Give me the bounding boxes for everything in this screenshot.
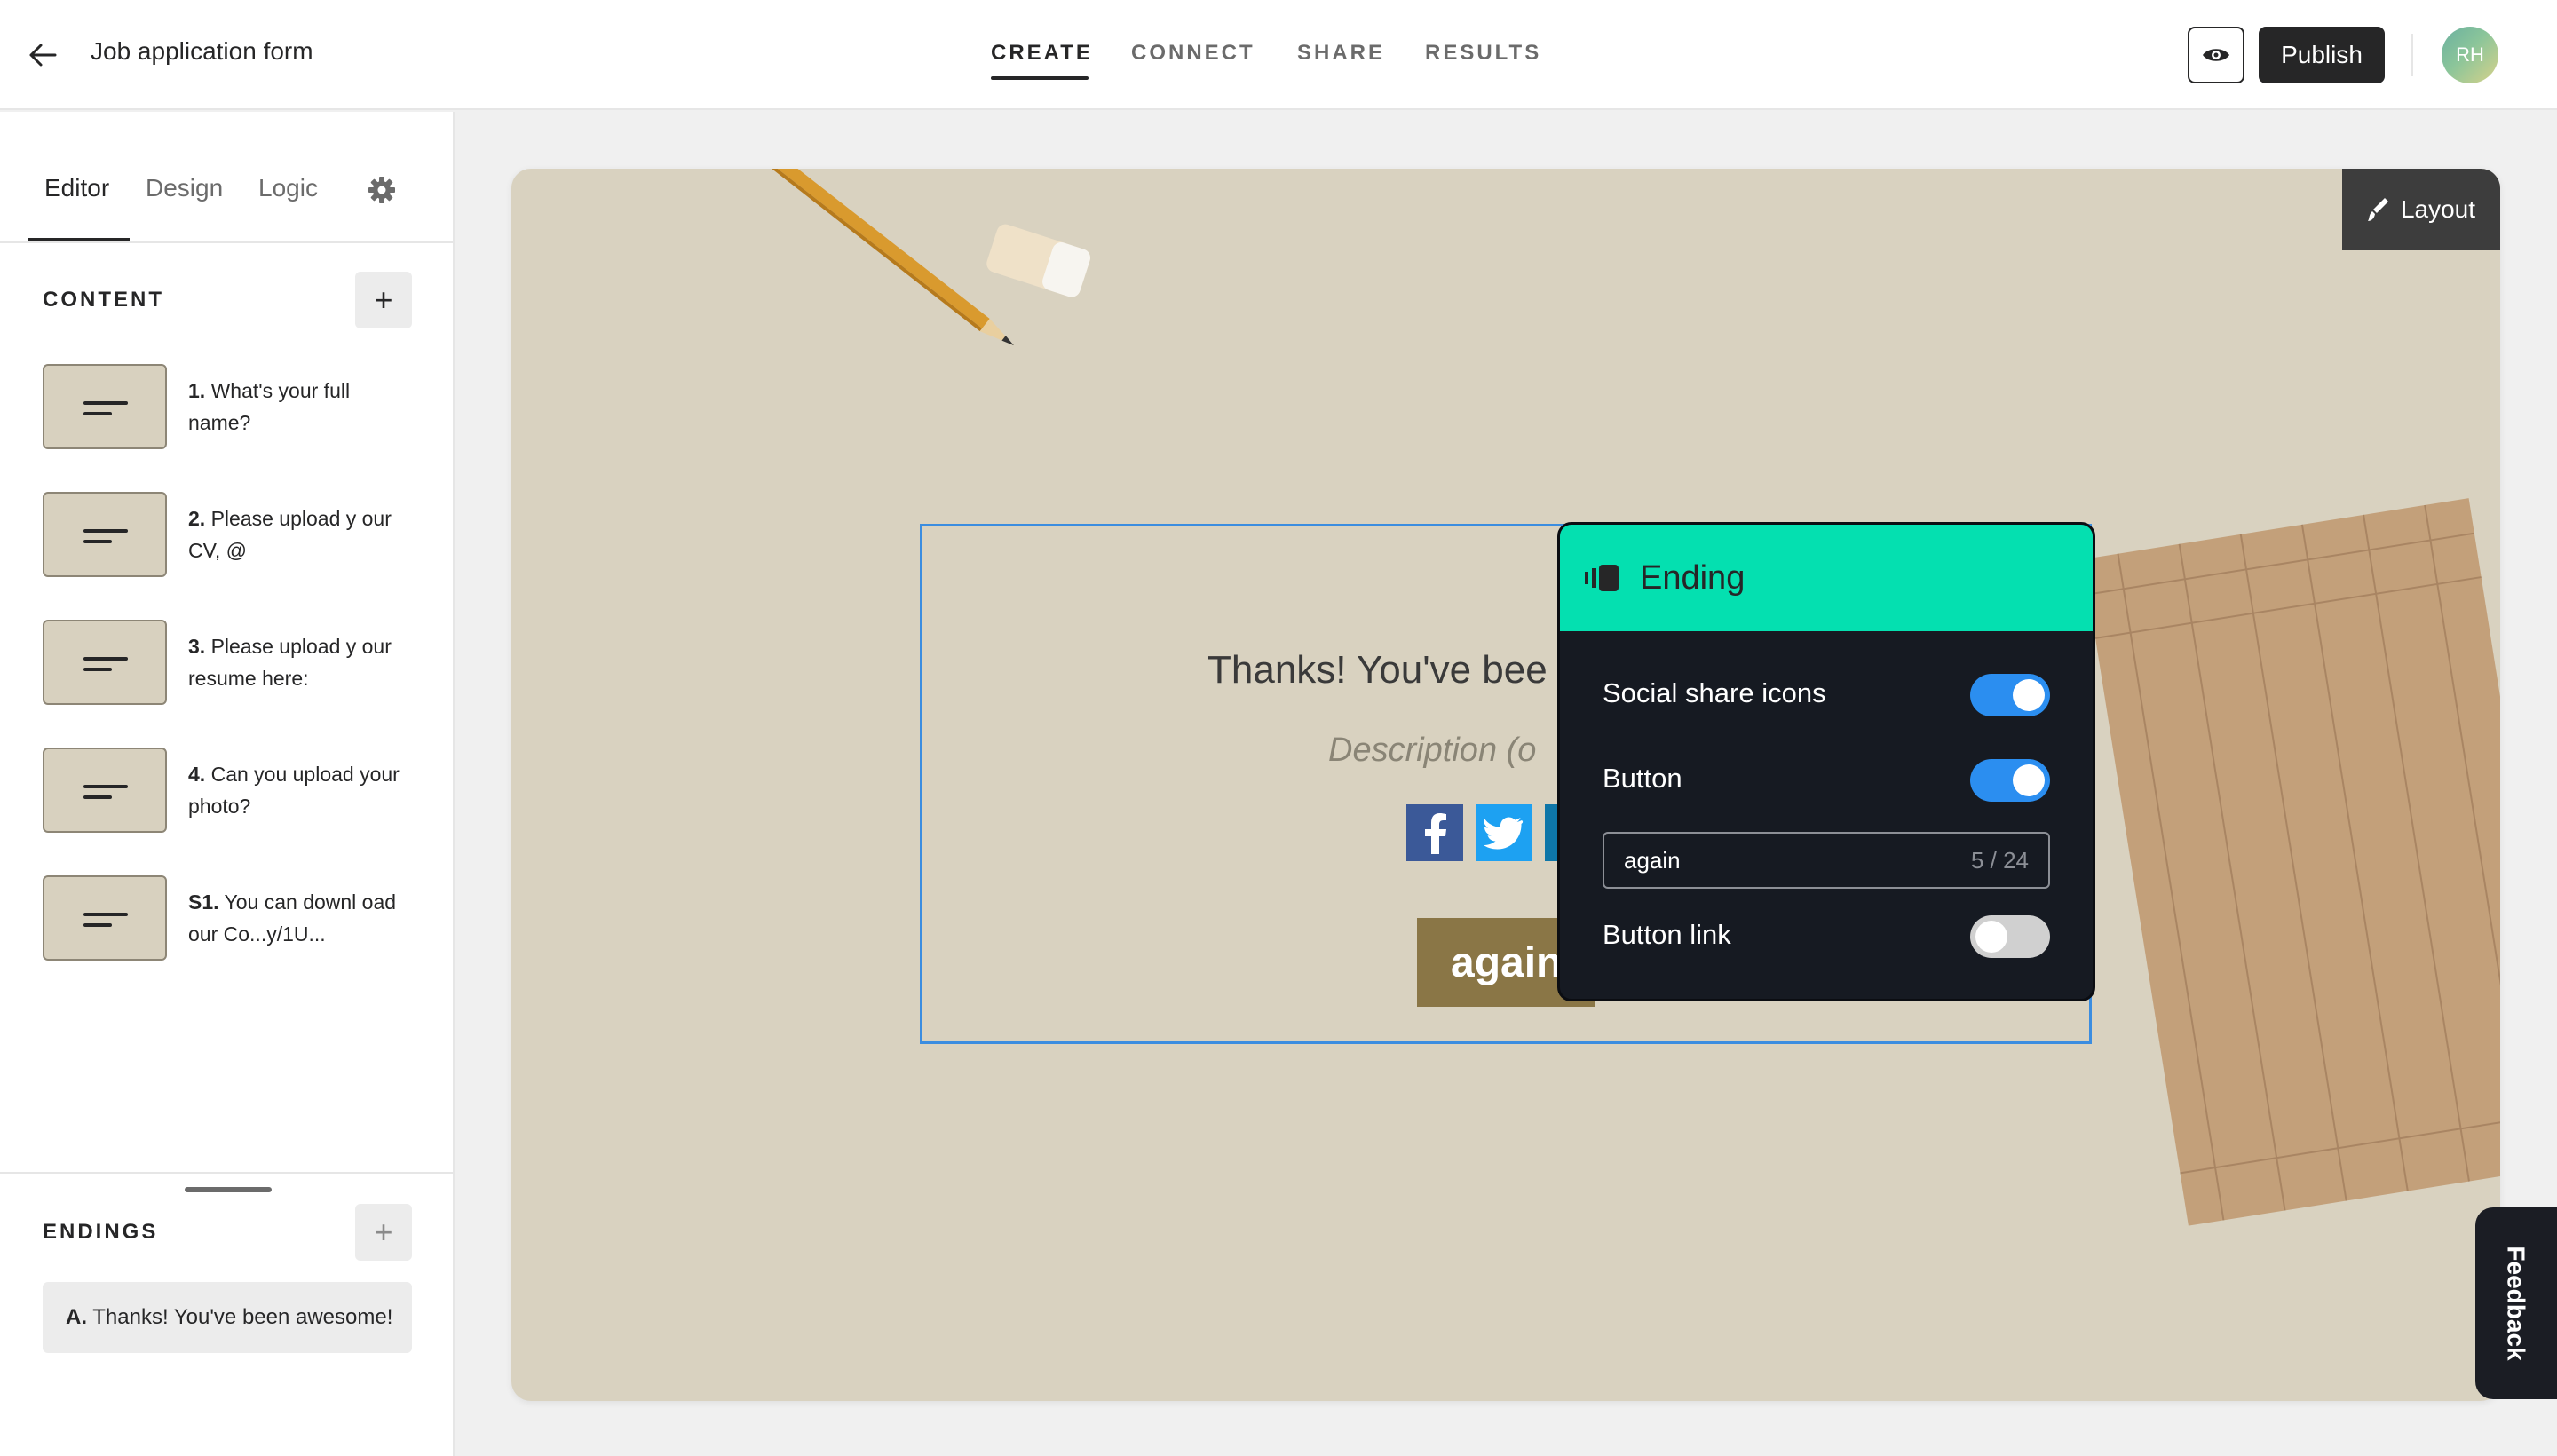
add-question-button[interactable]: + <box>355 272 412 328</box>
gear-icon[interactable] <box>362 170 401 210</box>
tab-design[interactable]: Design <box>146 174 223 202</box>
active-sidebar-tab-indicator <box>28 238 130 241</box>
button-label: Button <box>1603 763 1682 794</box>
brush-icon <box>2367 198 2388 221</box>
question-thumbnail[interactable] <box>43 875 167 961</box>
question-item-1[interactable]: 1. What's your full name? <box>188 375 401 439</box>
social-share-toggle[interactable] <box>1970 674 2050 716</box>
twitter-icon <box>1476 804 1532 861</box>
feedback-tab[interactable]: Feedback <box>2475 1207 2557 1399</box>
facebook-icon <box>1406 804 1463 861</box>
tab-create[interactable]: CREATE <box>991 41 1093 66</box>
back-arrow-icon[interactable] <box>23 36 62 75</box>
endings-section-label: ENDINGS <box>43 1220 159 1244</box>
layout-label: Layout <box>2400 195 2476 223</box>
tab-connect[interactable]: CONNECT <box>1131 41 1255 66</box>
active-tab-indicator <box>991 76 1089 80</box>
resize-handle[interactable] <box>185 1187 272 1192</box>
question-item-4[interactable]: 4. Can you upload your photo? <box>188 758 401 822</box>
endings-divider <box>0 1172 453 1174</box>
question-item-2[interactable]: 2. Please upload y our CV, @ <box>188 502 401 566</box>
ending-description[interactable]: Description (o <box>1328 732 1536 770</box>
plus-icon: + <box>374 281 393 318</box>
tab-results[interactable]: RESULTS <box>1425 41 1541 66</box>
content-section-label: CONTENT <box>43 288 164 312</box>
ending-title[interactable]: Thanks! You've bee <box>1207 648 1548 692</box>
ending-panel-title: Ending <box>1640 558 1746 597</box>
feedback-label: Feedback <box>2503 1246 2531 1361</box>
form-title[interactable]: Job application form <box>91 37 313 66</box>
layout-button[interactable]: Layout <box>2342 169 2500 250</box>
button-link-toggle[interactable] <box>1970 915 2050 958</box>
question-thumbnail[interactable] <box>43 620 167 705</box>
sidebar-tab-divider <box>0 241 453 243</box>
eye-icon <box>2203 49 2229 61</box>
question-thumbnail[interactable] <box>43 748 167 833</box>
tab-share[interactable]: SHARE <box>1297 41 1385 66</box>
tab-editor[interactable]: Editor <box>44 174 109 202</box>
ending-settings-panel: Ending Social share icons Button again 5… <box>1557 522 2095 1001</box>
question-item-3[interactable]: 3. Please upload y our resume here: <box>188 630 401 694</box>
button-toggle[interactable] <box>1970 759 2050 802</box>
ending-icon <box>1585 565 1619 591</box>
ending-panel-header: Ending <box>1560 525 2093 631</box>
plus-icon: + <box>374 1214 393 1250</box>
avatar[interactable]: RH <box>2442 27 2498 83</box>
question-item-s1[interactable]: S1. You can downl oad our Co...y/1U... <box>188 886 401 950</box>
button-text-input[interactable]: again 5 / 24 <box>1603 832 2050 889</box>
character-count: 5 / 24 <box>1970 846 2029 874</box>
ending-item-a[interactable]: A. Thanks! You've been awesome! <box>43 1282 412 1353</box>
top-bar <box>0 0 2557 110</box>
add-ending-button[interactable]: + <box>355 1204 412 1261</box>
button-text-value: again <box>1624 846 1681 874</box>
tab-logic[interactable]: Logic <box>258 174 318 202</box>
publish-button[interactable]: Publish <box>2259 27 2385 83</box>
social-share-label: Social share icons <box>1603 677 1826 708</box>
header-divider <box>2411 34 2413 76</box>
preview-button[interactable] <box>2188 27 2244 83</box>
question-thumbnail[interactable] <box>43 364 167 449</box>
question-thumbnail[interactable] <box>43 492 167 577</box>
button-link-label: Button link <box>1603 919 1731 950</box>
